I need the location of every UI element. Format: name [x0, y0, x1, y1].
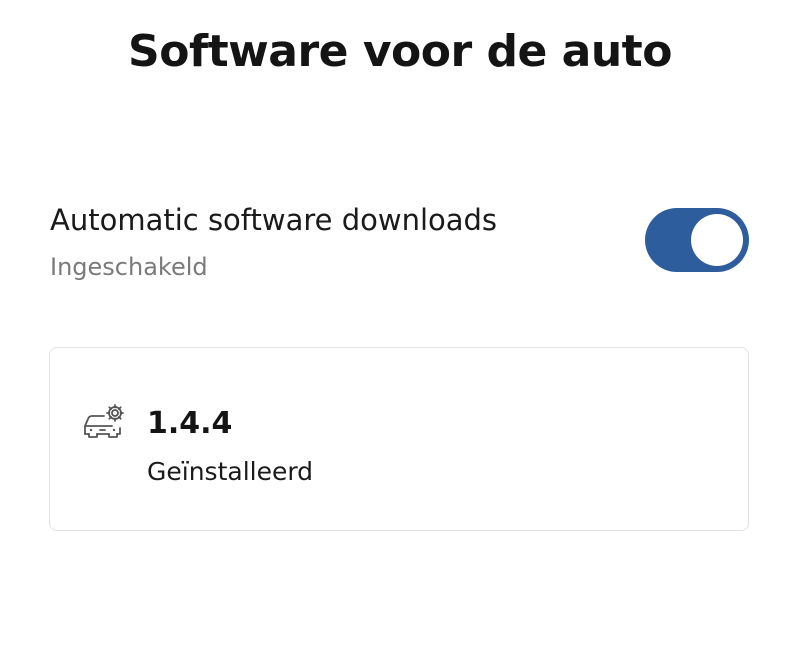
auto-download-setting: Automatic software downloads Ingeschakel… [50, 196, 750, 296]
install-status: Geïnstalleerd [147, 457, 314, 486]
auto-download-toggle[interactable] [645, 208, 749, 272]
software-version-card: 1.4.4 Geïnstalleerd [49, 347, 749, 531]
version-number: 1.4.4 [147, 406, 233, 441]
toggle-knob[interactable] [691, 214, 743, 266]
auto-download-label: Automatic software downloads [50, 203, 498, 237]
auto-download-status: Ingeschakeld [50, 253, 208, 281]
car-settings-icon [82, 402, 128, 442]
page-title: Software voor de auto [128, 26, 672, 77]
